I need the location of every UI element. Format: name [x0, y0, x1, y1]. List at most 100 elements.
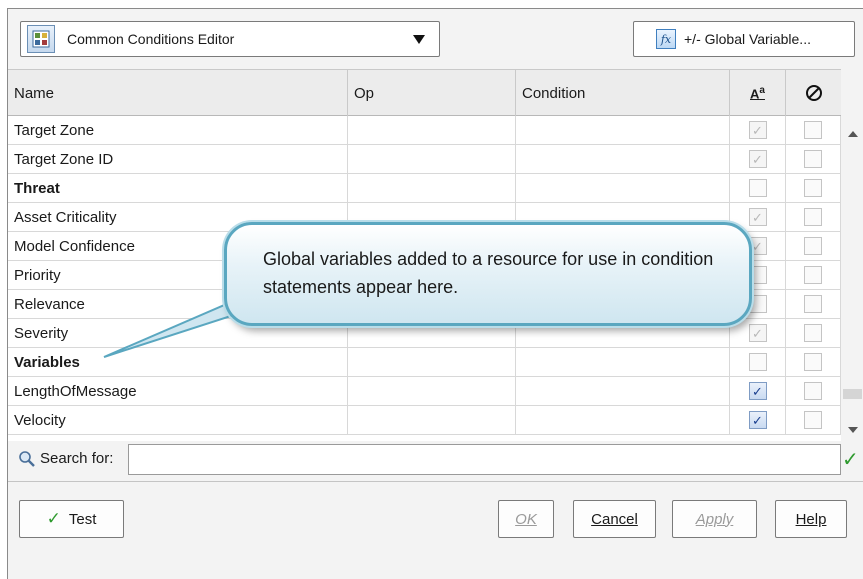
checkmark-icon: ✓ — [752, 412, 763, 428]
column-header-op[interactable]: Op — [348, 70, 516, 116]
table-row[interactable]: Threat — [8, 174, 841, 203]
checkmark-icon: ✓ — [752, 383, 763, 399]
help-button-label: Help — [795, 510, 827, 528]
ok-button-label: OK — [515, 510, 537, 528]
case-sensitive-cell: ✓ — [730, 116, 786, 144]
case-sensitive-checkbox[interactable]: ✓ — [748, 382, 767, 400]
case-sensitive-checkbox[interactable] — [748, 353, 767, 371]
case-sensitive-checkbox[interactable]: ✓ — [748, 208, 767, 226]
table-row[interactable]: Target Zone ID ✓ — [8, 145, 841, 174]
negate-checkbox[interactable] — [804, 121, 822, 139]
column-header-name[interactable]: Name — [8, 70, 348, 116]
checkmark-icon: ✓ — [752, 209, 763, 225]
row-condition-cell[interactable] — [516, 377, 730, 405]
function-icon: fx — [656, 29, 676, 49]
scroll-thumb[interactable] — [843, 389, 862, 399]
case-sensitive-checkbox[interactable]: ✓ — [748, 150, 767, 168]
table-row[interactable]: LengthOfMessage ✓ — [8, 377, 841, 406]
row-op-cell[interactable] — [348, 406, 516, 434]
negate-cell — [786, 232, 841, 260]
divider — [8, 481, 863, 482]
chevron-down-icon — [413, 34, 425, 44]
help-button[interactable]: Help — [775, 500, 847, 538]
row-name-cell: Threat — [8, 174, 348, 202]
scroll-down-icon[interactable] — [848, 427, 858, 433]
row-name-cell: Velocity — [8, 406, 348, 434]
case-sensitive-checkbox[interactable]: ✓ — [748, 121, 767, 139]
case-sensitive-icon: Aa — [750, 84, 765, 102]
table-row[interactable]: Variables — [8, 348, 841, 377]
search-icon — [19, 451, 35, 467]
negate-checkbox[interactable] — [804, 266, 822, 284]
cancel-button[interactable]: Cancel — [573, 500, 656, 538]
global-variable-button[interactable]: fx +/- Global Variable... — [633, 21, 855, 57]
negate-cell — [786, 203, 841, 231]
negate-cell — [786, 406, 841, 434]
row-condition-cell[interactable] — [516, 174, 730, 202]
negate-checkbox[interactable] — [804, 237, 822, 255]
negate-cell — [786, 145, 841, 173]
row-op-cell[interactable] — [348, 116, 516, 144]
row-name-cell: Target Zone — [8, 116, 348, 144]
table-row[interactable]: Target Zone ✓ — [8, 116, 841, 145]
search-input[interactable] — [128, 444, 841, 475]
negate-checkbox[interactable] — [804, 411, 822, 429]
negate-cell — [786, 261, 841, 289]
cancel-button-label: Cancel — [591, 510, 638, 528]
case-sensitive-cell: ✓ — [730, 406, 786, 434]
negate-cell — [786, 348, 841, 376]
apply-button[interactable]: Apply — [672, 500, 757, 538]
search-label: Search for: — [40, 450, 114, 467]
callout-text: Global variables added to a resource for… — [263, 249, 714, 297]
checkmark-icon: ✓ — [752, 151, 763, 167]
table-header: Name Op Condition Aa — [8, 70, 841, 116]
column-header-negate[interactable] — [786, 70, 841, 116]
negate-icon — [805, 85, 822, 101]
apply-button-label: Apply — [695, 510, 734, 528]
row-condition-cell[interactable] — [516, 145, 730, 173]
case-sensitive-checkbox[interactable]: ✓ — [748, 411, 767, 429]
row-op-cell[interactable] — [348, 174, 516, 202]
negate-checkbox[interactable] — [804, 324, 822, 342]
case-sensitive-cell: ✓ — [730, 319, 786, 347]
column-header-case-sensitive[interactable]: Aa — [730, 70, 786, 116]
global-variable-button-label: +/- Global Variable... — [684, 31, 811, 47]
negate-checkbox[interactable] — [804, 382, 822, 400]
row-name-cell: LengthOfMessage — [8, 377, 348, 405]
editor-dropdown-label: Common Conditions Editor — [67, 31, 235, 47]
row-condition-cell[interactable] — [516, 348, 730, 376]
test-button[interactable]: ✓ Test — [19, 500, 124, 538]
row-op-cell[interactable] — [348, 145, 516, 173]
row-op-cell[interactable] — [348, 348, 516, 376]
checkmark-icon: ✓ — [752, 122, 763, 138]
negate-checkbox[interactable] — [804, 179, 822, 197]
negate-cell — [786, 174, 841, 202]
negate-checkbox[interactable] — [804, 295, 822, 313]
table-row[interactable]: Velocity ✓ — [8, 406, 841, 435]
annotation-callout: Global variables added to a resource for… — [224, 222, 752, 326]
search-bar: Search for: ✓ — [8, 441, 863, 477]
row-condition-cell[interactable] — [516, 116, 730, 144]
editor-dropdown[interactable]: Common Conditions Editor — [20, 21, 440, 57]
case-sensitive-cell — [730, 348, 786, 376]
case-sensitive-checkbox[interactable]: ✓ — [748, 324, 767, 342]
ok-button[interactable]: OK — [498, 500, 554, 538]
case-sensitive-cell: ✓ — [730, 145, 786, 173]
checkmark-icon: ✓ — [752, 238, 763, 254]
vertical-scrollbar[interactable] — [841, 115, 863, 441]
negate-checkbox[interactable] — [804, 353, 822, 371]
negate-checkbox[interactable] — [804, 208, 822, 226]
row-condition-cell[interactable] — [516, 406, 730, 434]
row-op-cell[interactable] — [348, 377, 516, 405]
conditions-editor-icon — [27, 25, 55, 53]
negate-cell — [786, 377, 841, 405]
column-header-condition[interactable]: Condition — [516, 70, 730, 116]
case-sensitive-cell: ✓ — [730, 377, 786, 405]
case-sensitive-checkbox[interactable] — [748, 179, 767, 197]
row-name-cell: Variables — [8, 348, 348, 376]
check-icon: ✓ — [46, 509, 61, 528]
case-sensitive-cell — [730, 174, 786, 202]
scroll-up-icon[interactable] — [848, 131, 858, 137]
search-valid-check-icon: ✓ — [842, 449, 859, 471]
negate-checkbox[interactable] — [804, 150, 822, 168]
